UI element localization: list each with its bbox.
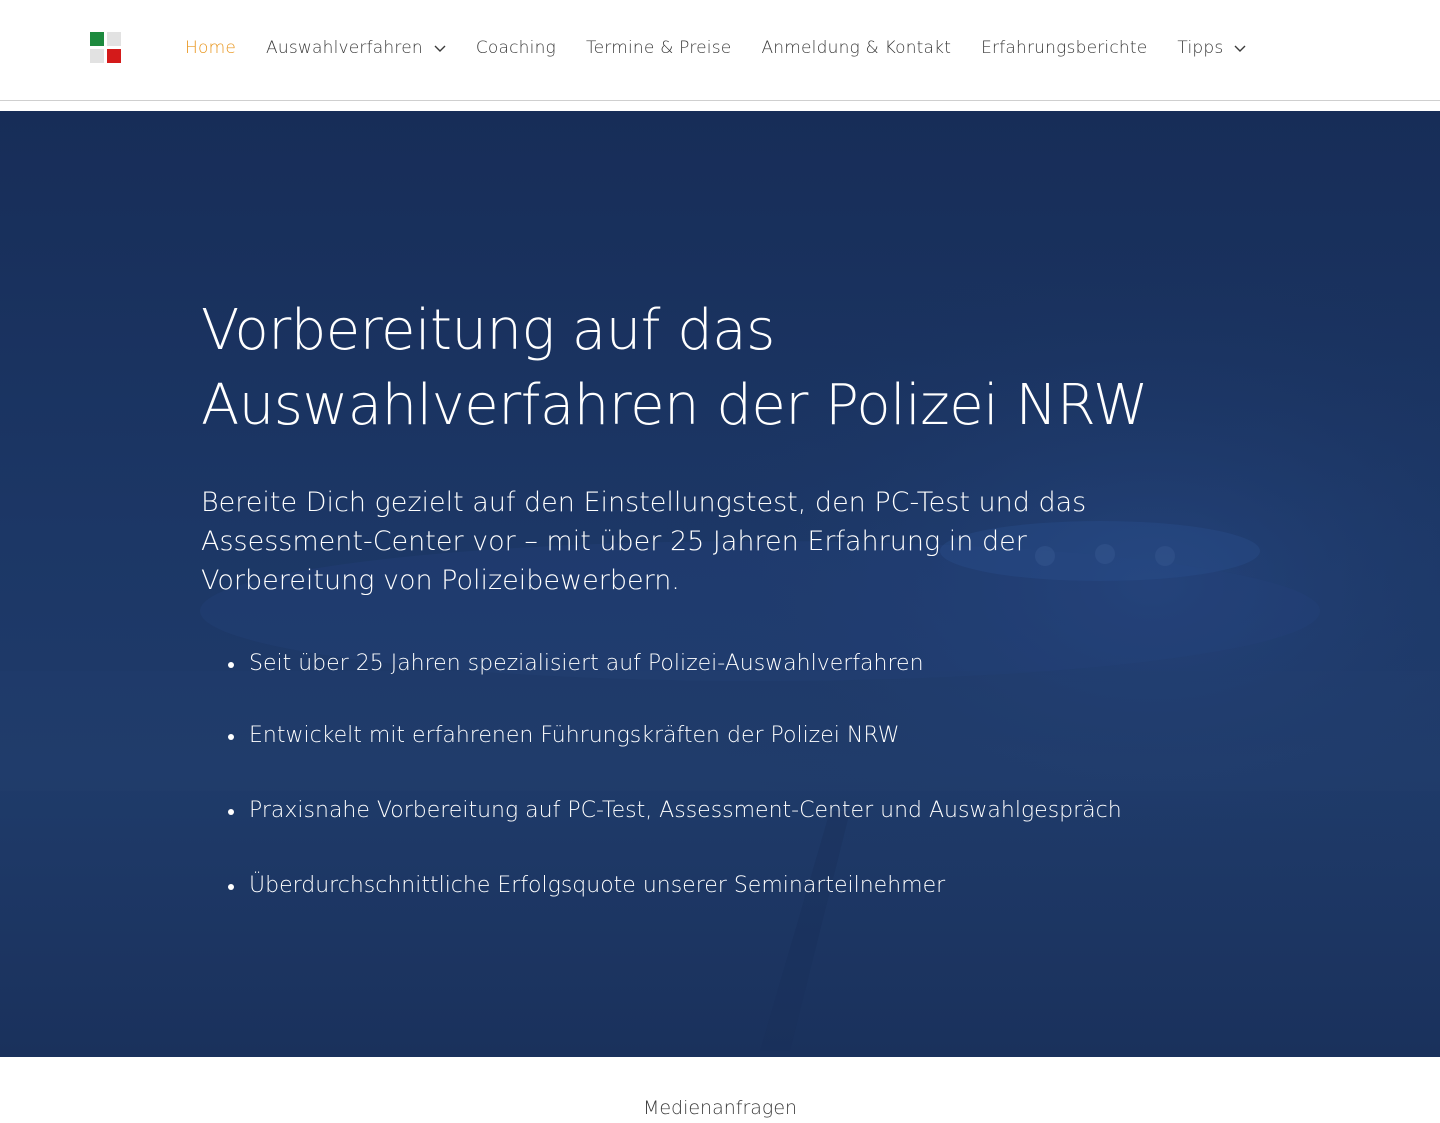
list-item: Überdurchschnittliche Erfolgsquote unser… <box>228 870 1241 902</box>
nav-item-auswahlverfahren[interactable]: Auswahlverfahren <box>266 38 446 58</box>
nav-item-label: Anmeldung & Kontakt <box>761 38 952 58</box>
hero-title-line2: Auswahlverfahren der Polizei NRW <box>201 373 1148 438</box>
logo-square-red <box>107 49 121 63</box>
hero-title: Vorbereitung auf das Auswahlverfahren de… <box>201 293 1241 443</box>
hero-subtitle: Bereite Dich gezielt auf den Einstellung… <box>201 487 1087 596</box>
list-item: Praxisnahe Vorbereitung auf PC-Test, Ass… <box>228 795 1241 827</box>
site-header: Home Auswahlverfahren Coaching Termine &… <box>0 0 1440 101</box>
logo-square-green <box>90 32 104 46</box>
nav-item-tipps[interactable]: Tipps <box>1177 38 1246 58</box>
chevron-down-icon <box>434 42 446 54</box>
media-inquiries-link[interactable]: Medienanfragen <box>0 1097 1440 1119</box>
nav-item-erfahrungsberichte[interactable]: Erfahrungsberichte <box>981 38 1147 58</box>
site-logo[interactable] <box>90 32 121 63</box>
list-item: Seit über 25 Jahren spezialisiert auf Po… <box>228 648 1241 680</box>
footer-strip: Medienanfragen <box>0 1057 1440 1123</box>
hero-bullet-list: Seit über 25 Jahren spezialisiert auf Po… <box>201 648 1241 902</box>
nav-item-label: Home <box>185 38 237 58</box>
nav-item-label: Erfahrungsberichte <box>981 38 1148 58</box>
nav-item-termine-preise[interactable]: Termine & Preise <box>586 38 732 58</box>
nav-item-label: Coaching <box>475 38 556 58</box>
nav-item-anmeldung-kontakt[interactable]: Anmeldung & Kontakt <box>761 38 951 58</box>
list-item: Entwickelt mit erfahrenen Führungskräfte… <box>228 720 1241 752</box>
nav-item-label: Tipps <box>1177 38 1224 58</box>
hero-title-line1: Vorbereitung auf das <box>201 298 775 363</box>
hero-section: Vorbereitung auf das Auswahlverfahren de… <box>0 111 1440 1057</box>
main-navigation: Home Auswahlverfahren Coaching Termine &… <box>185 0 1246 96</box>
logo-square-grey <box>90 49 104 63</box>
logo-square-grey <box>107 32 121 46</box>
nav-item-coaching[interactable]: Coaching <box>476 38 556 58</box>
nav-item-label: Auswahlverfahren <box>266 38 423 58</box>
nav-item-label: Termine & Preise <box>585 38 732 58</box>
nav-item-home[interactable]: Home <box>185 38 236 58</box>
hero-content: Vorbereitung auf das Auswahlverfahren de… <box>201 293 1241 902</box>
chevron-down-icon <box>1234 42 1246 54</box>
